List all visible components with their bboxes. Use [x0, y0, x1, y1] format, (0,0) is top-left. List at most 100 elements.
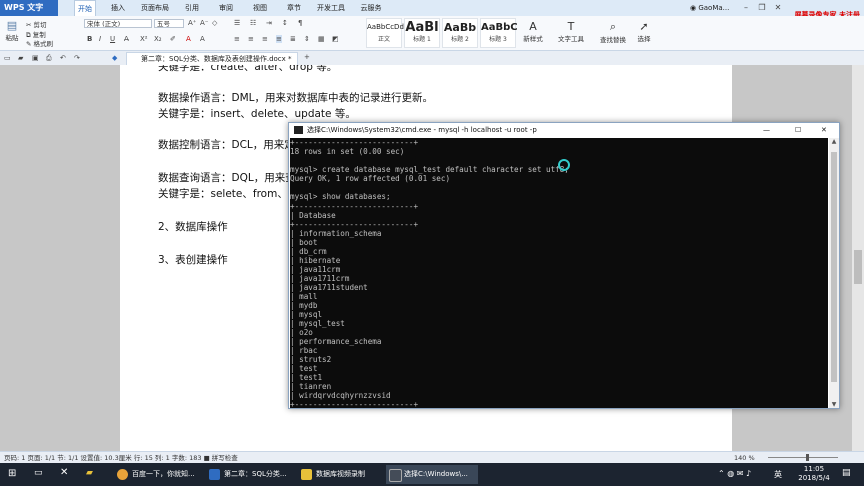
align-right-icon[interactable]: ≡ [262, 35, 268, 43]
notification-icon[interactable]: ▤ [842, 468, 851, 478]
document-tab[interactable]: 第二章：SQL分类、数据库及表创建操作.docx * [126, 52, 298, 65]
doc-line: 关键字是：insert、delete、update 等。 [158, 108, 356, 120]
tab-page-layout[interactable]: 页面布局 [138, 0, 172, 16]
taskbar-item-recorder[interactable]: 数据库视频录制 [298, 465, 386, 484]
table-border: | [290, 211, 300, 220]
format-painter-button[interactable]: ✎ 格式刷 [26, 38, 53, 48]
cut-button[interactable]: ✂ 剪切 [26, 19, 47, 29]
user-name: GaoMa... [698, 4, 730, 12]
undo-icon[interactable]: ↶ [60, 54, 66, 62]
font-name-select[interactable]: 宋体 (正文) [84, 19, 152, 28]
restore-icon[interactable]: ❐ [756, 0, 768, 16]
bold-icon[interactable]: B [87, 35, 92, 43]
new-tab-icon[interactable]: + [304, 53, 310, 61]
indent-icon[interactable]: ⇥ [266, 19, 272, 27]
shrink-font-icon[interactable]: A⁻ [200, 19, 208, 27]
save-icon[interactable]: ▣ [32, 54, 39, 62]
database-row: | rbac [290, 346, 317, 355]
font-size-select[interactable]: 五号 [154, 19, 184, 28]
cmd-title-bar[interactable]: 选择C:\Windows\System32\cmd.exe - mysql -h… [289, 123, 839, 137]
minimize-icon[interactable]: — [763, 123, 770, 137]
maximize-icon[interactable]: ☐ [795, 123, 801, 137]
table-border: | [290, 265, 300, 274]
borders-icon[interactable]: ▦ [318, 35, 325, 43]
scrollbar-thumb[interactable] [831, 152, 837, 382]
distributed-icon[interactable]: ≣ [290, 35, 296, 43]
cmd-window[interactable]: 选择C:\Windows\System32\cmd.exe - mysql -h… [288, 122, 840, 409]
minimize-icon[interactable]: – [740, 0, 752, 16]
line-spacing-icon[interactable]: ⇕ [304, 35, 310, 43]
zoom-slider-handle[interactable] [806, 454, 809, 461]
shading-icon[interactable]: ◩ [332, 35, 339, 43]
table-border: | [290, 364, 300, 373]
print-icon[interactable]: ⎙ [46, 54, 52, 63]
app-x-icon[interactable]: ✕ [60, 467, 68, 478]
database-row: | information_schema [290, 229, 381, 238]
folder-icon[interactable]: ▰ [86, 468, 93, 478]
windows-start-icon[interactable]: ⊞ [8, 468, 16, 479]
scroll-down-icon[interactable]: ▼ [829, 401, 839, 408]
taskbar-item-wps[interactable]: 第二章：SQL分类... [206, 465, 298, 484]
tab-review[interactable]: 审阅 [214, 0, 238, 16]
task-view-icon[interactable]: ▭ [34, 468, 43, 478]
align-center-icon[interactable]: ≡ [248, 35, 254, 43]
new-style-button[interactable]: A 新样式 [520, 20, 546, 43]
taskbar: ⊞ ▭ ✕ ▰ 百度一下，你就知... 第二章：SQL分类... 数据库视频录制… [0, 463, 864, 486]
char-shading-icon[interactable]: A [200, 35, 205, 43]
tab-developer[interactable]: 开发工具 [314, 0, 348, 16]
close-icon[interactable]: ✕ [821, 123, 827, 137]
paste-button[interactable]: ▤ 粘贴 [4, 19, 20, 42]
tab-insert[interactable]: 插入 [106, 0, 130, 16]
font-color-icon[interactable]: A [186, 35, 191, 43]
scroll-up-icon[interactable]: ▲ [829, 138, 839, 145]
style-heading-2[interactable]: AaBb 标题 2 [442, 18, 478, 48]
bullet-list-icon[interactable]: ☰ [234, 19, 240, 27]
clock[interactable]: 11:05 2018/5/4 [792, 465, 836, 483]
open-folder-icon[interactable]: ▰ [18, 54, 23, 62]
paste-label: 粘贴 [5, 34, 19, 42]
redo-icon[interactable]: ↷ [74, 54, 80, 62]
justify-icon[interactable]: ≡ [276, 35, 282, 43]
terminal-output[interactable]: +--------------------------+ 18 rows in … [290, 138, 828, 408]
text-tools-button[interactable]: T 文字工具 [556, 20, 586, 43]
highlight-icon[interactable]: ✐ [170, 35, 176, 43]
tab-references[interactable]: 引用 [180, 0, 204, 16]
tray-icons[interactable]: ⌃ ◍ ✉ ♪ [718, 469, 751, 478]
ime-indicator[interactable]: 英 [774, 469, 782, 480]
tab-cloud[interactable]: 云服务 [356, 0, 386, 16]
show-marks-icon[interactable]: ¶ [298, 19, 302, 27]
new-file-icon[interactable]: ▭ [4, 54, 11, 62]
grow-font-icon[interactable]: A⁺ [188, 19, 196, 27]
close-icon[interactable]: ✕ [772, 0, 784, 16]
tab-start[interactable]: 开始 [74, 0, 96, 16]
style-sample: AaBl [405, 20, 439, 35]
strikethrough-icon[interactable]: A̶ [124, 35, 129, 43]
numbered-list-icon[interactable]: ☷ [250, 19, 256, 27]
select-button[interactable]: ➚ 选择 [634, 20, 654, 43]
style-normal[interactable]: AaBbCcDd 正文 [366, 18, 404, 48]
find-replace-button[interactable]: ⌕ 查找替换 [598, 20, 628, 44]
superscript-icon[interactable]: X² [140, 35, 148, 43]
taskbar-item-cmd[interactable]: 选择C:\Windows\... [386, 465, 478, 484]
style-heading-1[interactable]: AaBl 标题 1 [404, 18, 440, 48]
taskbar-item-browser[interactable]: 百度一下，你就知... [114, 465, 206, 484]
cursor-icon: ➚ [639, 20, 649, 33]
style-sample: AaBb [443, 21, 477, 34]
user-account[interactable]: ◉ GaoMa... [690, 0, 729, 16]
vertical-scrollbar[interactable] [852, 65, 864, 451]
tab-view[interactable]: 视图 [248, 0, 272, 16]
cmd-scrollbar[interactable]: ▲ ▼ [829, 138, 839, 408]
database-row: | mysql_test [290, 319, 345, 328]
clear-format-icon[interactable]: ◇ [212, 19, 217, 27]
wps-app-menu[interactable]: WPS 文字 [0, 0, 58, 16]
style-heading-3[interactable]: AaBbC 标题 3 [480, 18, 518, 48]
scrollbar-thumb[interactable] [854, 250, 862, 284]
italic-icon[interactable]: I [99, 35, 101, 43]
zoom-slider[interactable] [768, 457, 838, 458]
database-row: | test1 [290, 373, 322, 382]
underline-icon[interactable]: U [110, 35, 115, 43]
subscript-icon[interactable]: X₂ [154, 35, 162, 43]
align-left-icon[interactable]: ≡ [234, 35, 240, 43]
sort-icon[interactable]: ↕ [282, 19, 288, 27]
tab-chapter[interactable]: 章节 [282, 0, 306, 16]
